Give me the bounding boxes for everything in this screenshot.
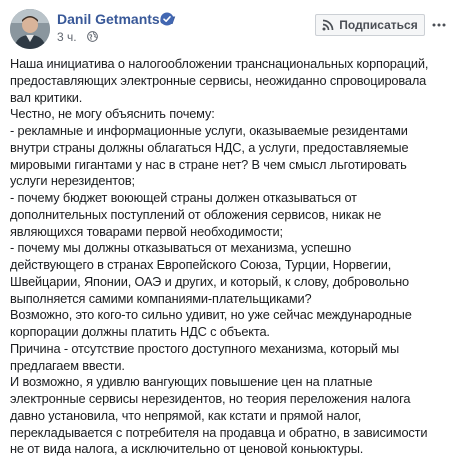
post-text-line: внутри страны должны облагаться НДС, а у…	[10, 139, 409, 155]
post-text-line: Возможно, это кого-то сильно удивит, но …	[10, 307, 412, 323]
post-text-line: давно установила, что непрямой, как кста…	[10, 407, 362, 423]
post-text-line: вал критики.	[10, 89, 83, 105]
post-text-line: услуги нерезидентов;	[10, 173, 135, 189]
post-text-line: корпорации должны платить НДС с объекта.	[10, 324, 270, 339]
post-text-line: И возможно, я удивлю вангующих повышение…	[10, 374, 373, 390]
post-text-line: электронные сервисы нерезидентов, но тео…	[10, 391, 411, 406]
verified-badge-icon	[160, 12, 174, 26]
post-text-line: - почему мы должны отказываться от механ…	[10, 240, 352, 256]
post-text-line: перекладывается с потребителя на продавц…	[10, 424, 428, 440]
author-avatar[interactable]	[10, 9, 50, 49]
post-body: Наша инициатива о налогообложении трансн…	[10, 56, 444, 458]
post-text-line: мировыми гигантами у нас в стране нет? В…	[10, 156, 407, 172]
post-timestamp[interactable]: 3 ч.	[57, 30, 77, 44]
author-name[interactable]: Danil Getmantsev	[57, 11, 175, 27]
rss-icon	[322, 19, 334, 31]
post-text-line: являющихся товарами первой необходимости…	[10, 223, 283, 239]
post-text-line: действующего в странах Европейского Союз…	[10, 257, 392, 272]
post-text-line: Наша инициатива о налогообложении трансн…	[10, 56, 429, 71]
post-text-line: - рекламные и информационные услуги, ока…	[10, 123, 408, 138]
post-options-button[interactable]	[431, 14, 447, 36]
subscribe-button-label: Подписаться	[339, 18, 418, 32]
subscribe-button[interactable]: Подписаться	[315, 14, 425, 36]
post-text-line: предоставляющих электронные сервисы, нео…	[10, 72, 427, 88]
post-text-line: Честно, не могу объяснить почему:	[10, 106, 215, 122]
globe-icon[interactable]	[87, 31, 98, 42]
post-text-line: выполняется самими компаниями-плательщик…	[10, 290, 312, 306]
post-text-line: предлагаем ввести.	[10, 357, 125, 373]
post-header: Danil Getmantsev 3 ч. Подписаться	[0, 0, 449, 56]
post-meta: 3 ч.	[57, 30, 98, 46]
more-options-icon	[432, 23, 446, 27]
post-text-line: Швейцарии, Японии, ОАЭ и других, и котор…	[10, 273, 410, 289]
post-text-line: дополнительных поступлений от обложения …	[10, 206, 382, 222]
post-text-line: не от вида налога, а исключительно от це…	[10, 441, 364, 457]
post-text-line: - почему бюджет воюющей страны должен от…	[10, 190, 357, 205]
post-text-line: Причина - отсутствие простого доступного…	[10, 340, 400, 356]
